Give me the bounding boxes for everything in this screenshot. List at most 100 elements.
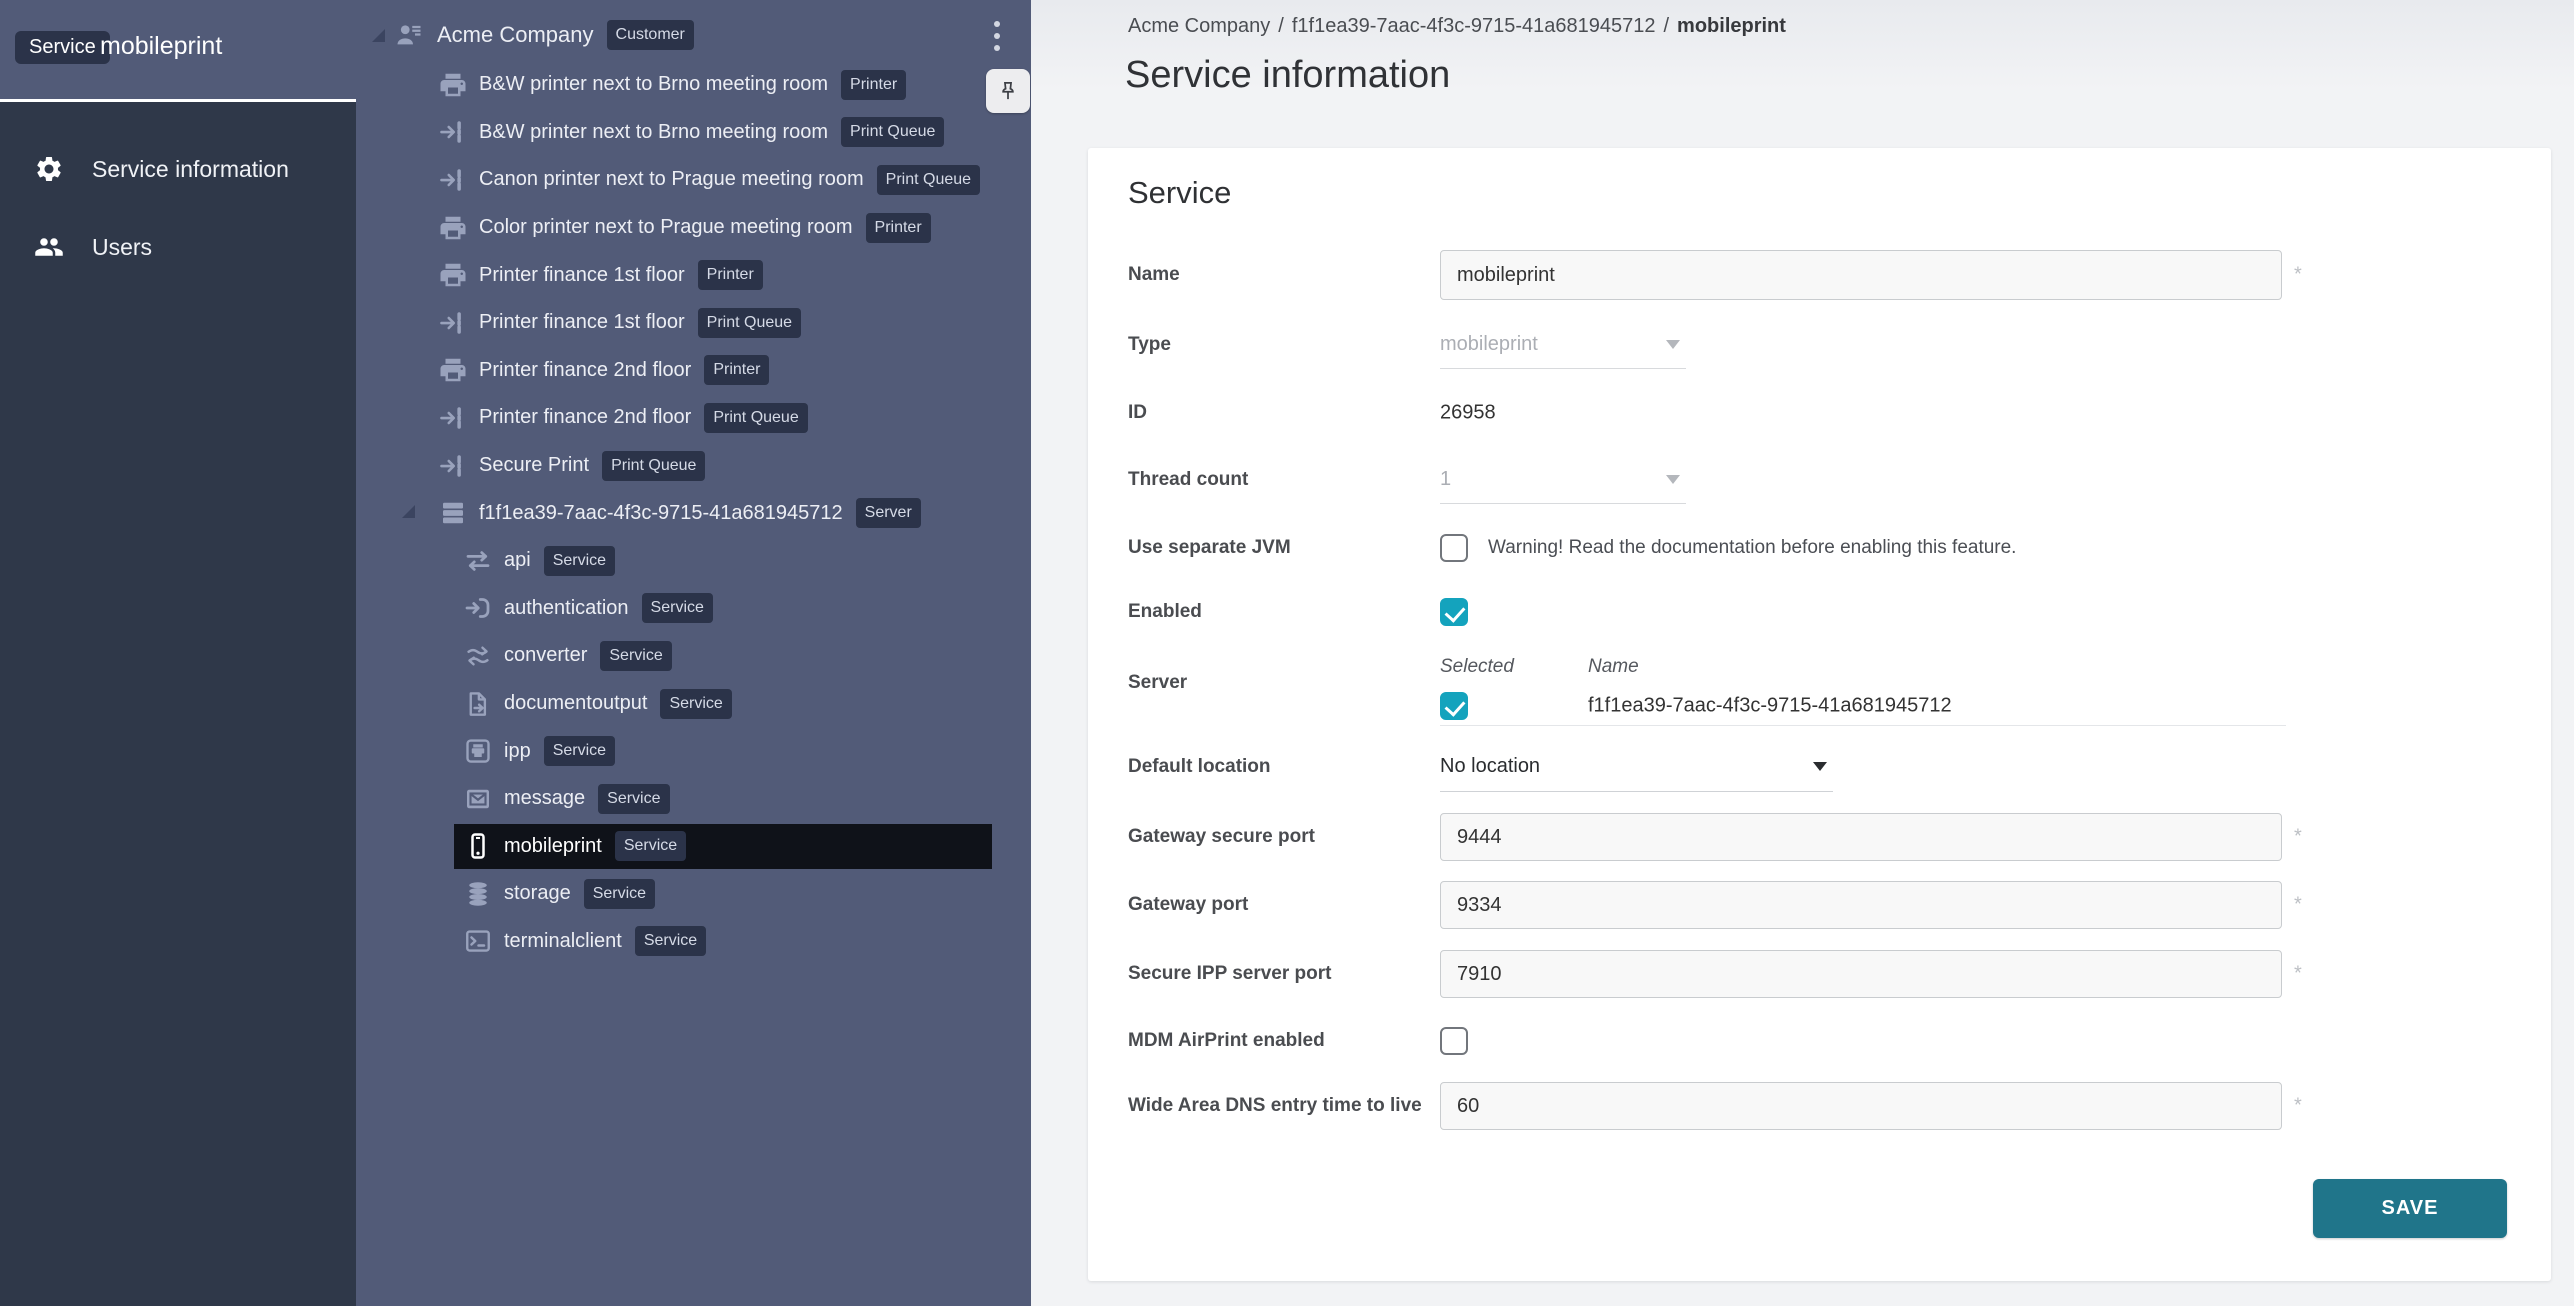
tree-item-color-printer-next-to-prague-meeting-room[interactable]: Color printer next to Prague meeting roo… <box>356 204 1031 252</box>
sidebar-item-service-information[interactable]: Service information <box>0 130 356 208</box>
print-queue-icon <box>438 308 468 338</box>
server-col-selected: Selected <box>1440 656 1514 678</box>
id-label: ID <box>1128 402 1147 424</box>
page-title: Service information <box>1125 54 1450 97</box>
tree-item-printer-finance-2nd-floor[interactable]: Printer finance 2nd floorPrinter <box>356 347 1031 395</box>
tree-menu-button[interactable] <box>985 14 1009 58</box>
dns-required-mark: * <box>2294 1095 2302 1118</box>
tree-item-storage[interactable]: storage Service <box>356 870 1031 918</box>
node-type-badge: Server <box>856 498 921 528</box>
tree-item-label: Printer finance 1st floor <box>479 311 685 334</box>
breadcrumb-separator: / <box>1278 15 1284 37</box>
print-queue-icon <box>438 403 468 433</box>
print-queue-icon <box>438 117 468 147</box>
tree-item-label: converter <box>504 644 587 667</box>
tree-item-label: Color printer next to Prague meeting roo… <box>479 216 853 239</box>
tree-item-label: documentoutput <box>504 692 647 715</box>
auth-icon <box>463 593 493 623</box>
tree-item-printer-finance-1st-floor[interactable]: Printer finance 1st floorPrinter <box>356 251 1031 299</box>
tree-item-secure-print[interactable]: Secure PrintPrint Queue <box>356 442 1031 490</box>
tree-item-label: Printer finance 2nd floor <box>479 359 691 382</box>
tree-item-label: message <box>504 787 585 810</box>
wide-area-dns-input[interactable] <box>1440 1082 2282 1130</box>
document-output-icon <box>463 689 493 719</box>
sidebar-item-label: Service information <box>92 156 289 183</box>
node-type-badge: Service <box>584 879 655 909</box>
tree-item-printer-finance-2nd-floor[interactable]: Printer finance 2nd floorPrint Queue <box>356 394 1031 442</box>
tree-item-mobileprint[interactable]: mobileprintService <box>356 823 1031 871</box>
tree-root-label: Acme Company <box>437 22 594 48</box>
name-label: Name <box>1128 264 1180 286</box>
printer-icon <box>438 70 468 100</box>
thread-count-label: Thread count <box>1128 469 1248 491</box>
server-selected-checkbox[interactable] <box>1440 692 1468 720</box>
expander-icon[interactable] <box>372 29 385 42</box>
tree-item-f1f1ea39-7aac-4f3c-9715-41a681945712[interactable]: f1f1ea39-7aac-4f3c-9715-41a681945712Serv… <box>356 489 1031 537</box>
server-icon <box>438 498 468 528</box>
thread-count-value: 1 <box>1440 468 1451 491</box>
tree-item-ipp[interactable]: ippService <box>356 727 1031 775</box>
tree-rows: B&W printer next to Brno meeting room Pri… <box>356 61 1031 965</box>
tree-item-api[interactable]: apiService <box>356 537 1031 585</box>
node-type-badge: Service <box>615 831 686 861</box>
node-type-badge: Printer <box>698 260 763 290</box>
name-input[interactable] <box>1440 250 2282 300</box>
sidebar-divider <box>0 99 356 102</box>
use-separate-jvm-label: Use separate JVM <box>1128 537 1291 559</box>
tree-item-authentication[interactable]: authenticationService <box>356 585 1031 633</box>
chevron-down-icon <box>1666 475 1680 484</box>
tree-item-message[interactable]: message Service <box>356 775 1031 823</box>
secure-ipp-port-input[interactable] <box>1440 950 2282 998</box>
ipp-icon <box>463 736 493 766</box>
node-type-badge: Printer <box>841 70 906 100</box>
enabled-checkbox[interactable] <box>1440 598 1468 626</box>
sidebar: Service mobileprint Service information U… <box>0 0 356 1306</box>
server-row-divider <box>1440 725 2286 726</box>
gateway-port-input[interactable] <box>1440 881 2282 929</box>
gear-icon <box>34 154 64 184</box>
tree-item-label: storage <box>504 882 571 905</box>
tree-root-customer[interactable]: Acme Company Customer <box>356 10 694 60</box>
sidebar-item-users[interactable]: Users <box>0 208 356 286</box>
print-queue-icon <box>438 451 468 481</box>
secure-ipp-port-label: Secure IPP server port <box>1128 963 1331 985</box>
tree-item-label: api <box>504 549 531 572</box>
gateway-port-label: Gateway port <box>1128 894 1248 916</box>
terminal-icon <box>463 926 493 956</box>
breadcrumb-link[interactable]: Acme Company <box>1128 15 1270 37</box>
tree-item-label: B&W printer next to Brno meeting room <box>479 73 828 96</box>
expander-icon[interactable] <box>402 505 415 518</box>
enabled-label: Enabled <box>1128 601 1202 623</box>
tree-item-b-w-printer-next-to-brno-meeting-room[interactable]: B&W printer next to Brno meeting room Pri… <box>356 61 1031 109</box>
printer-icon <box>438 213 468 243</box>
save-button[interactable]: SAVE <box>2313 1179 2507 1238</box>
service-type-chip: Service <box>15 31 110 64</box>
breadcrumb-separator: / <box>1663 15 1669 37</box>
node-type-badge: Service <box>544 736 615 766</box>
type-select-value: mobileprint <box>1440 333 1538 356</box>
node-type-badge: Service <box>598 784 669 814</box>
tree-item-label: Printer finance 2nd floor <box>479 406 691 429</box>
node-type-badge: Print Queue <box>698 308 801 338</box>
tree-item-canon-printer-next-to-prague-meeting-room[interactable]: Canon printer next to Prague meeting roo… <box>356 156 1031 204</box>
node-type-badge: Printer <box>866 213 931 243</box>
default-location-select[interactable]: No location <box>1440 742 1833 792</box>
jvm-warning-text: Warning! Read the documentation before e… <box>1488 537 2016 559</box>
sipp-required-mark: * <box>2294 963 2302 986</box>
thread-count-select: 1 <box>1440 456 1686 504</box>
mdm-airprint-label: MDM AirPrint enabled <box>1128 1030 1325 1052</box>
tree-item-b-w-printer-next-to-brno-meeting-room[interactable]: B&W printer next to Brno meeting roomPri… <box>356 109 1031 157</box>
tree-item-documentoutput[interactable]: documentoutputService <box>356 680 1031 728</box>
use-separate-jvm-checkbox[interactable] <box>1440 534 1468 562</box>
mdm-airprint-checkbox[interactable] <box>1440 1027 1468 1055</box>
node-type-badge: Service <box>600 641 671 671</box>
tree-item-printer-finance-1st-floor[interactable]: Printer finance 1st floor Print Queue <box>356 299 1031 347</box>
mobileprint-icon <box>463 831 493 861</box>
tree-item-terminalclient[interactable]: terminalclientService <box>356 918 1031 966</box>
type-label: Type <box>1128 334 1171 356</box>
service-name-title: mobileprint <box>100 32 222 61</box>
breadcrumb-link[interactable]: f1f1ea39-7aac-4f3c-9715-41a681945712 <box>1292 15 1656 37</box>
type-select: mobileprint <box>1440 321 1686 369</box>
tree-item-converter[interactable]: converter Service <box>356 632 1031 680</box>
gateway-secure-port-input[interactable] <box>1440 813 2282 861</box>
